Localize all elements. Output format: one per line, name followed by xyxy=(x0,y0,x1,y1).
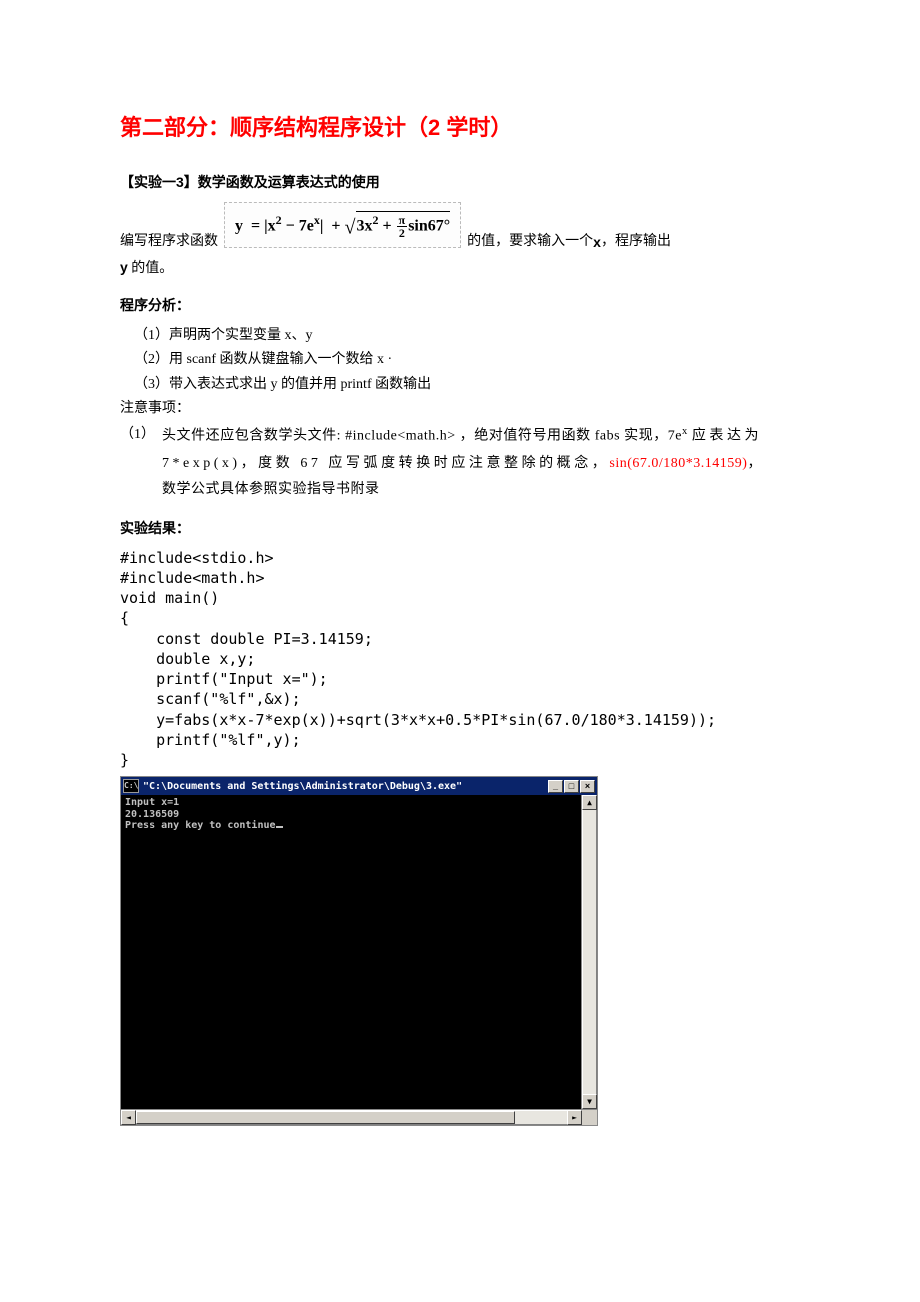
cursor-icon xyxy=(276,826,283,828)
note-red: sin(67.0/180*3.14159) xyxy=(609,456,747,471)
minimize-button[interactable]: _ xyxy=(548,780,563,793)
horizontal-scrollbar[interactable]: ◄ ► xyxy=(121,1109,597,1125)
text-before-formula: 编写程序求函数 xyxy=(120,230,218,250)
step-1: （1）声明两个实型变量 x、y xyxy=(120,325,800,347)
variable-x: x xyxy=(593,234,601,250)
console-window: C:\ "C:\Documents and Settings\Administr… xyxy=(120,776,598,1126)
step-2: （2）用 scanf 函数从键盘输入一个数给 x · xyxy=(120,349,800,371)
analysis-heading: 程序分析： xyxy=(120,295,800,315)
text-mid: 的值，要求输入一个 xyxy=(467,230,593,250)
console-output: Input x=1 20.136509 Press any key to con… xyxy=(121,795,581,1109)
close-button[interactable]: × xyxy=(580,780,595,793)
formula-line: 编写程序求函数 y = |x2 − 7ex| + √ 3x2 + π2sin67… xyxy=(120,202,800,250)
notes-heading: 注意事项： xyxy=(120,398,800,420)
variable-y: y xyxy=(120,259,128,275)
line2: y 的值。 xyxy=(120,256,800,280)
note-1: （1）头文件还应包含数学头文件: #include<math.h> ，绝对值符号… xyxy=(120,422,800,503)
note-content: 头文件还应包含数学头文件: #include<math.h> ，绝对值符号用函数… xyxy=(162,422,762,503)
step-3: （3）带入表达式求出 y 的值并用 printf 函数输出 xyxy=(120,374,800,396)
scroll-corner xyxy=(582,1110,597,1125)
scroll-down-button[interactable]: ▼ xyxy=(582,1094,597,1109)
document-page: 第二部分：顺序结构程序设计（2 学时） 【实验一3】数学函数及运算表达式的使用 … xyxy=(0,0,920,1166)
scroll-left-button[interactable]: ◄ xyxy=(121,1110,136,1125)
formula-image: y = |x2 − 7ex| + √ 3x2 + π2sin67° xyxy=(224,202,461,248)
scroll-up-button[interactable]: ▲ xyxy=(582,795,597,810)
result-heading: 实验结果： xyxy=(120,518,800,538)
note-label: （1） xyxy=(120,422,162,449)
scroll-right-button[interactable]: ► xyxy=(567,1110,582,1125)
vertical-scrollbar[interactable]: ▲ ▼ xyxy=(581,795,597,1109)
code-block: #include<stdio.h> #include<math.h> void … xyxy=(120,548,800,771)
window-buttons: _ □ × xyxy=(548,780,595,793)
maximize-button[interactable]: □ xyxy=(564,780,579,793)
console-body-wrap: Input x=1 20.136509 Press any key to con… xyxy=(121,795,597,1109)
cmd-icon: C:\ xyxy=(123,779,139,793)
console-title-text: "C:\Documents and Settings\Administrator… xyxy=(143,781,548,792)
horizontal-track[interactable] xyxy=(136,1110,567,1125)
experiment-heading: 【实验一3】数学函数及运算表达式的使用 xyxy=(120,172,800,192)
console-titlebar: C:\ "C:\Documents and Settings\Administr… xyxy=(121,777,597,795)
vertical-track[interactable] xyxy=(582,810,597,1094)
horizontal-thumb[interactable] xyxy=(136,1111,515,1124)
text-post: ，程序输出 xyxy=(601,230,671,250)
page-title: 第二部分：顺序结构程序设计（2 学时） xyxy=(120,110,800,142)
